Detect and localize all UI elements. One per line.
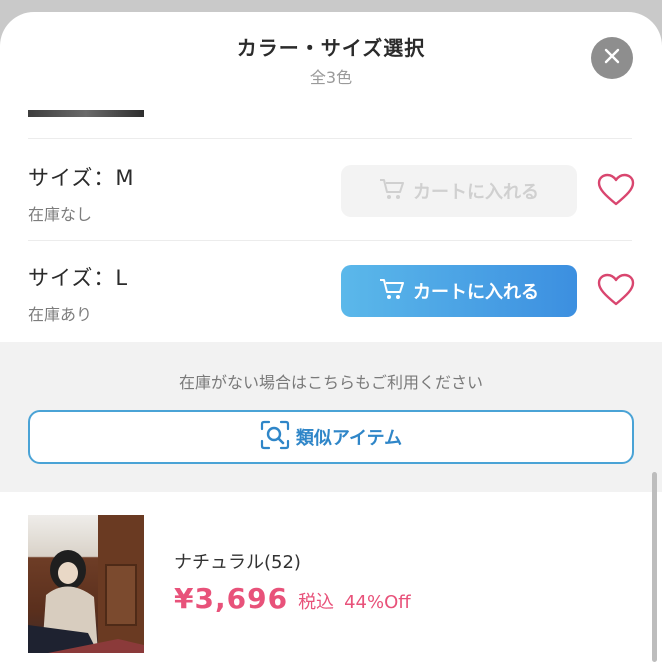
discount-badge: 44%Off (344, 592, 411, 613)
add-to-cart-button[interactable]: カートに入れる (341, 265, 577, 317)
divider (28, 138, 632, 139)
color-count: 全3色 (309, 68, 353, 87)
add-to-cart-button-disabled[interactable]: カートに入れる (341, 165, 577, 217)
heart-outline-icon (597, 273, 635, 306)
color-name: ナチュラル(52) (174, 552, 301, 573)
out-of-stock-note: 在庫がない場合はこちらもご利用ください (178, 373, 483, 392)
product-thumbnail (28, 515, 144, 653)
close-icon (604, 48, 620, 68)
scrollbar[interactable] (652, 472, 657, 662)
similar-items-label: 類似アイテム (295, 428, 403, 449)
previous-color-thumbnail (28, 110, 144, 117)
search-scan-icon (260, 420, 290, 455)
out-of-stock-section: 在庫がない場合はこちらもご利用ください 類似アイテム (0, 342, 662, 492)
bottom-sheet: カラー・サイズ選択 全3色 サイズ：M 在庫なし カートに入れる サイズ：L 在… (0, 12, 662, 662)
close-button[interactable] (591, 37, 633, 79)
color-option-row[interactable]: ナチュラル(52) ¥3,696 税込 44%Off (0, 492, 662, 662)
similar-items-button[interactable]: 類似アイテム (28, 410, 634, 464)
heart-outline-icon (597, 173, 635, 206)
cart-icon (379, 177, 405, 206)
size-row-l: サイズ：L 在庫あり カートに入れる (0, 240, 662, 340)
cart-button-label: カートに入れる (413, 182, 539, 203)
sale-price: ¥3,696 (174, 582, 289, 615)
favorite-button[interactable] (597, 273, 635, 307)
stock-status: 在庫なし (28, 205, 93, 224)
sheet-header: カラー・サイズ選択 全3色 (0, 12, 662, 112)
cart-icon (379, 277, 405, 306)
size-row-m: サイズ：M 在庫なし カートに入れる (0, 140, 662, 240)
cart-button-label: カートに入れる (413, 282, 539, 303)
size-label: サイズ：M (28, 166, 135, 190)
price-line: ¥3,696 税込 44%Off (174, 582, 411, 615)
stock-status: 在庫あり (28, 305, 93, 324)
tax-label: 税込 (298, 592, 335, 613)
favorite-button[interactable] (597, 173, 635, 207)
size-label: サイズ：L (28, 266, 129, 290)
sheet-title: カラー・サイズ選択 (236, 36, 426, 60)
